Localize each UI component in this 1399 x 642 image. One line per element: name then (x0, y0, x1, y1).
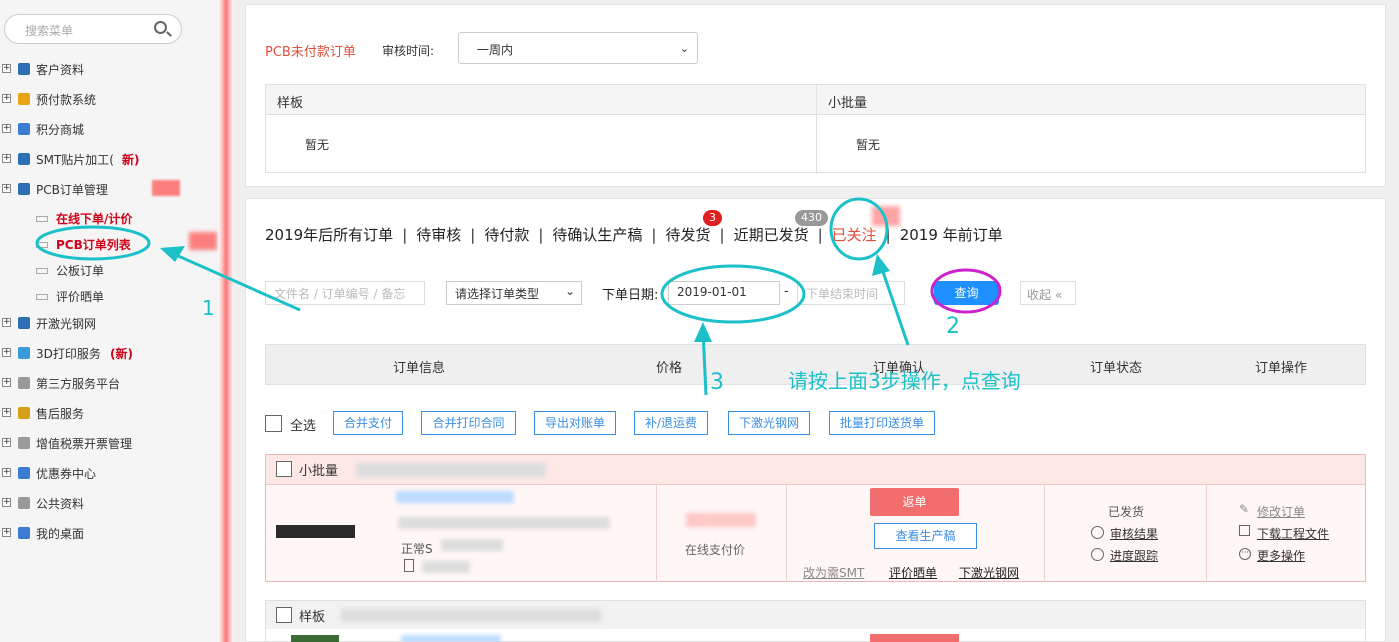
annotation-arrowhead-2 (872, 254, 890, 276)
annotation-hint: 请按上面3步操作，点查询 (788, 369, 1021, 393)
annotation-step-2: 2 (946, 314, 960, 339)
annotation-arrow-2 (878, 262, 910, 346)
annotation-step-1: 1 (202, 296, 215, 320)
annotation-arrowhead-3 (694, 322, 712, 342)
annotation-ellipse-3 (660, 264, 806, 324)
annotation-step-3: 3 (710, 370, 724, 395)
annotation-layer (35, 197, 1002, 396)
annotation-ellipse-1 (35, 225, 151, 261)
annotation-arrow-1 (166, 249, 301, 312)
annotation-ellipse-2 (829, 197, 889, 261)
annotation-arrowhead-1 (160, 246, 185, 262)
annotation-ellipse-query (930, 268, 1002, 314)
